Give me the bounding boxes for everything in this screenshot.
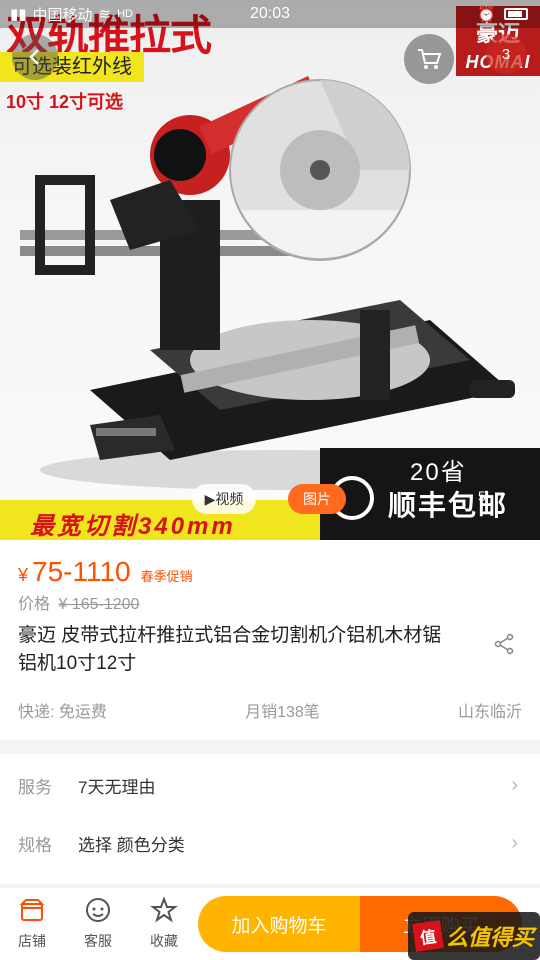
alarm-icon: ⏰ bbox=[477, 6, 496, 23]
watermark-text: 么值得买 bbox=[445, 925, 534, 950]
cart-button[interactable] bbox=[404, 34, 454, 84]
network-type: HD bbox=[117, 8, 133, 20]
battery-icon bbox=[504, 8, 528, 20]
favorite-label: 收藏 bbox=[150, 933, 178, 949]
shipping-provinces: 20省 bbox=[410, 459, 467, 486]
star-icon bbox=[150, 896, 178, 923]
section-divider bbox=[0, 740, 540, 754]
wifi-icon: ≋ bbox=[98, 6, 112, 23]
price-range: 75-1110 bbox=[32, 556, 131, 587]
customer-service-icon bbox=[86, 898, 110, 922]
spec-value: 选择 颜色分类 bbox=[78, 835, 185, 855]
original-price-value: ¥ 165-1200 bbox=[58, 596, 140, 613]
add-to-cart-button[interactable]: 加入购物车 bbox=[198, 896, 360, 952]
product-image-gallery[interactable]: 双轨推拉式 可选装红外线 10寸 12寸可选 豪迈 HOMAI 最宽切割340m… bbox=[0, 0, 540, 540]
chevron-right-icon: › bbox=[511, 831, 518, 854]
price-row: ¥ 75-1110 春季促销 bbox=[18, 556, 193, 588]
smzdm-watermark: 值 么值得买 bbox=[408, 912, 540, 960]
spec-label: 规格 bbox=[18, 835, 52, 855]
promo-tag: 春季促销 bbox=[140, 569, 193, 584]
service-label: 服务 bbox=[18, 777, 52, 797]
status-bar: ▮▮ 中国移动 ≋ HD 20:03 ⏰ bbox=[0, 0, 540, 28]
shop-label: 店铺 bbox=[18, 933, 46, 949]
product-photo-miter-saw bbox=[20, 76, 520, 490]
video-tab[interactable]: ▶视频 bbox=[192, 484, 256, 514]
original-price-label: 价格 bbox=[18, 596, 51, 613]
customer-service-label: 客服 bbox=[84, 933, 112, 949]
service-value: 7天无理由 bbox=[78, 777, 156, 797]
chevron-right-icon: › bbox=[511, 773, 518, 796]
original-price: 价格 ¥ 165-1200 bbox=[18, 590, 139, 614]
cart-count-badge[interactable]: 3 bbox=[486, 34, 526, 74]
spec-row[interactable]: 规格 选择 颜色分类 › bbox=[18, 818, 522, 868]
shipping-sf-free: 顺丰包邮 bbox=[388, 490, 509, 521]
image-count: 5 bbox=[478, 488, 486, 504]
cart-icon bbox=[418, 49, 442, 69]
status-time: 20:03 bbox=[249, 5, 291, 22]
product-title: 豪迈 皮带式拉杆推拉式铝合金切割机介铝机木材锯铝机10寸12寸 bbox=[18, 625, 442, 674]
watermark-badge: 值 bbox=[412, 920, 444, 952]
price-currency: ¥ bbox=[18, 565, 29, 585]
ship-from-location: 山东临沂 bbox=[457, 704, 522, 721]
service-row[interactable]: 服务 7天无理由 › bbox=[18, 760, 522, 810]
shop-tab[interactable]: 店铺 bbox=[2, 896, 62, 956]
carrier-name: 中国移动 bbox=[32, 6, 93, 24]
meta-row: 快递: 免运费 月销138笔 山东临沂 bbox=[18, 698, 522, 722]
monthly-sales: 月销138笔 bbox=[245, 704, 320, 721]
shipping-info: 快递: 免运费 bbox=[18, 704, 107, 721]
promo-sizes: 10寸 12寸可选 bbox=[6, 92, 124, 112]
back-button[interactable] bbox=[12, 34, 58, 80]
share-icon[interactable] bbox=[492, 632, 516, 656]
chevron-left-icon bbox=[29, 49, 39, 65]
signal-icon: ▮▮ bbox=[10, 6, 27, 23]
customer-service-tab[interactable]: 客服 bbox=[68, 896, 128, 956]
image-tab[interactable]: 图片 bbox=[288, 484, 346, 514]
favorite-tab[interactable]: 收藏 bbox=[134, 896, 194, 956]
shop-icon bbox=[19, 899, 45, 921]
